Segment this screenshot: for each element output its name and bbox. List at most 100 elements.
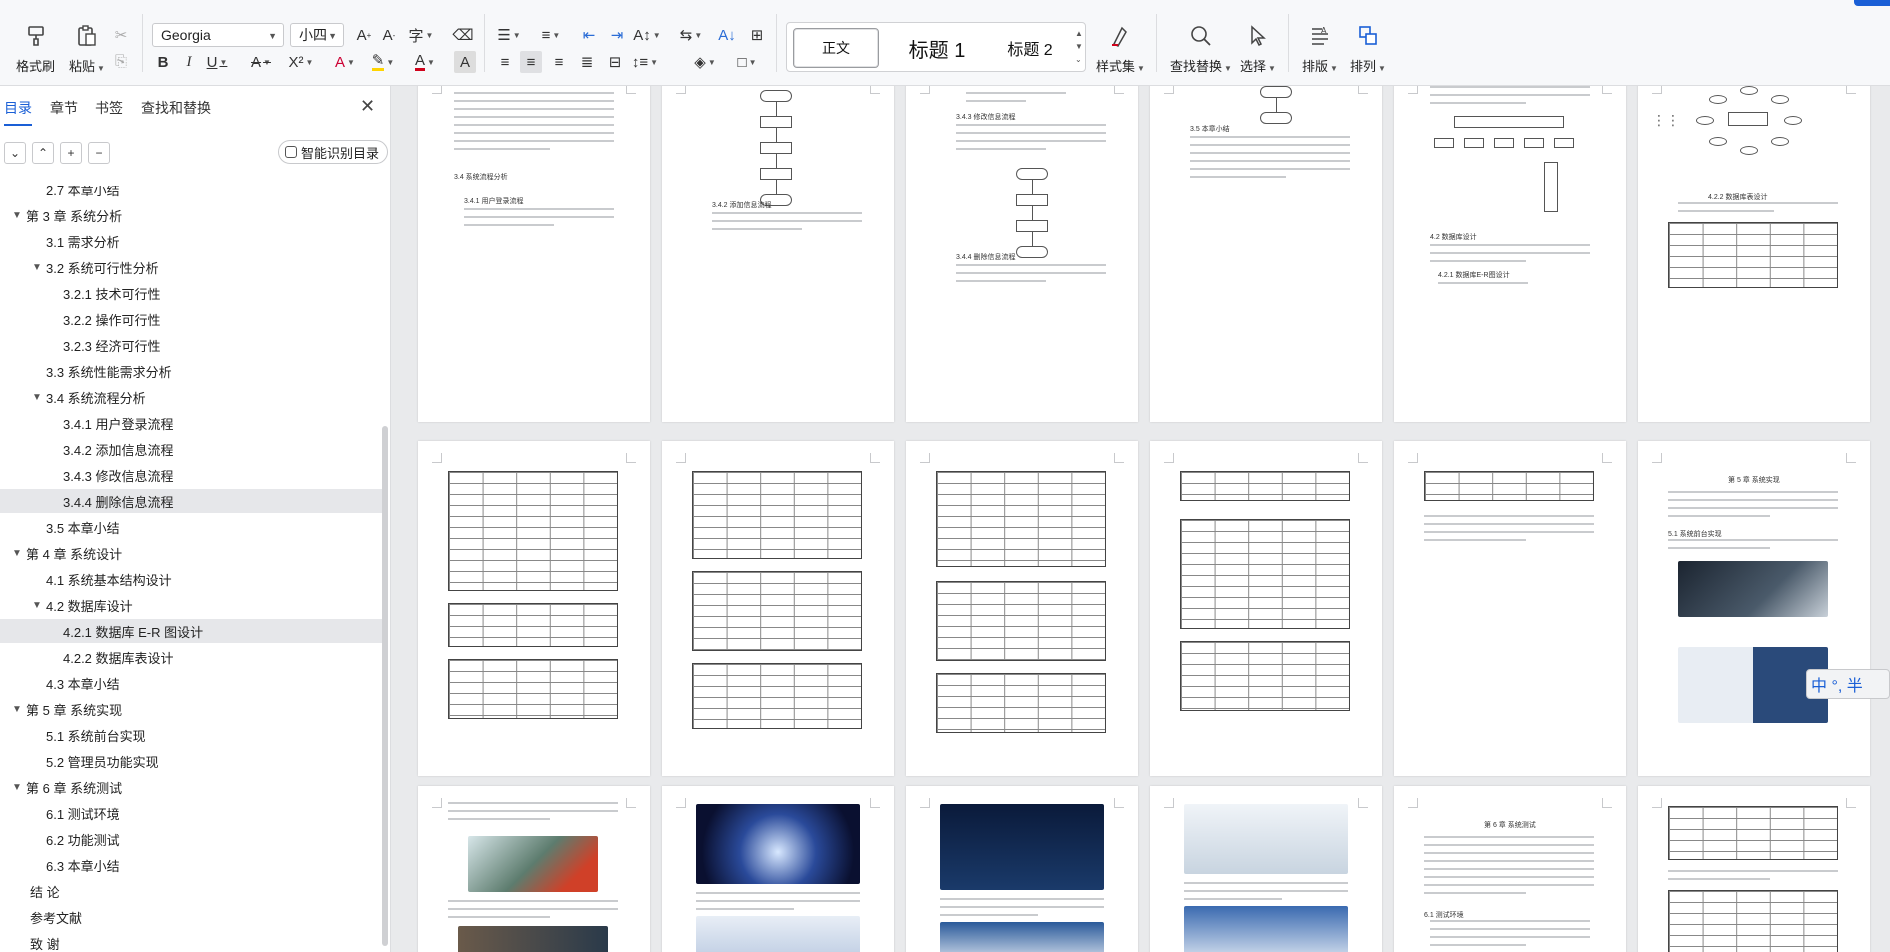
distribute-icon[interactable]: ⊟ bbox=[604, 51, 626, 73]
toc-expand-icon[interactable]: ▼ bbox=[32, 262, 42, 273]
nav-scrollbar[interactable] bbox=[382, 186, 388, 952]
expand-all-button[interactable]: ⌄ bbox=[4, 142, 26, 164]
styles-scroll[interactable]: ▲ ▼ ⌄ bbox=[1075, 27, 1083, 66]
toc-expand-icon[interactable]: ▼ bbox=[12, 548, 22, 559]
toc-item[interactable]: 4.2.1 数据库 E-R 图设计 bbox=[0, 619, 382, 643]
nav-scroll-thumb[interactable] bbox=[382, 426, 388, 946]
italic-icon[interactable]: I bbox=[178, 51, 200, 73]
toc-item[interactable]: 致 谢 bbox=[0, 931, 382, 952]
font-shrink-icon[interactable]: A- bbox=[378, 24, 400, 46]
tab-find-replace[interactable]: 查找和替换 bbox=[141, 98, 211, 118]
text-direction-icon[interactable]: A↕ ▼ bbox=[633, 24, 660, 46]
align-left-icon[interactable]: ≡ bbox=[494, 51, 516, 73]
toc-expand-icon[interactable]: ▼ bbox=[12, 210, 22, 221]
toc-expand-icon[interactable]: ▼ bbox=[12, 782, 22, 793]
toc-item[interactable]: 3.2.3 经济可行性 bbox=[0, 333, 382, 357]
toc-item[interactable]: 3.4.3 修改信息流程 bbox=[0, 463, 382, 487]
toc-expand-icon[interactable]: ▼ bbox=[12, 704, 22, 715]
document-page[interactable] bbox=[1150, 441, 1382, 776]
font-color-icon[interactable]: A ▼ bbox=[414, 51, 436, 73]
toc-item[interactable]: 5.2 管理员功能实现 bbox=[0, 749, 382, 773]
smart-toc-button[interactable]: 智能识别目录 bbox=[278, 140, 389, 164]
style-heading2-button[interactable]: 标题 2 bbox=[987, 28, 1073, 68]
increase-indent-icon[interactable]: ⇥ bbox=[606, 24, 628, 46]
document-page[interactable]: 3.4.2 添加信息流程 bbox=[662, 86, 894, 422]
copy-icon[interactable]: ⎘ bbox=[110, 50, 132, 72]
border-icon[interactable]: □ ▼ bbox=[736, 51, 758, 73]
line-break-icon[interactable]: ⇆ ▼ bbox=[680, 24, 703, 46]
clear-format-icon[interactable]: ⌫ bbox=[452, 24, 474, 46]
strikethrough-icon[interactable]: A ▼ bbox=[250, 51, 272, 73]
char-shading-icon[interactable]: A bbox=[454, 51, 476, 73]
toc-item[interactable]: 6.2 功能测试 bbox=[0, 827, 382, 851]
align-right-icon[interactable]: ≡ bbox=[548, 51, 570, 73]
cut-icon[interactable]: ✂ bbox=[110, 24, 132, 46]
add-heading-button[interactable]: + bbox=[60, 142, 82, 164]
remove-heading-button[interactable]: − bbox=[88, 142, 110, 164]
toc-item[interactable]: ▼ 第 3 章 系统分析 bbox=[0, 203, 382, 227]
document-page[interactable]: 第 5 章 系统实现 5.1 系统前台实现 bbox=[1638, 441, 1870, 776]
style-set-button[interactable]: 样式集 ▼ bbox=[1096, 22, 1145, 75]
document-canvas[interactable]: 3.4 系统流程分析 3.4.1 用户登录流程 3.4.2 添加信息流程 3.4.3 … bbox=[392, 86, 1890, 952]
font-size-select[interactable]: 小四 ▼ bbox=[290, 23, 344, 47]
toc-item[interactable]: 参考文献 bbox=[0, 905, 382, 929]
toc-item[interactable]: 3.3 系统性能需求分析 bbox=[0, 359, 382, 383]
shading-icon[interactable]: ◈ ▼ bbox=[694, 51, 716, 73]
toc-item[interactable]: ▼ 3.2 系统可行性分析 bbox=[0, 255, 382, 279]
toc-item[interactable]: 3.1 需求分析 bbox=[0, 229, 382, 253]
ime-status[interactable]: 中 °, 半 bbox=[1806, 669, 1890, 699]
collapse-all-button[interactable]: ⌃ bbox=[32, 142, 54, 164]
close-icon[interactable]: ✕ bbox=[360, 96, 375, 117]
toc-item[interactable]: 3.5 本章小结 bbox=[0, 515, 382, 539]
toc-item[interactable]: 4.1 系统基本结构设计 bbox=[0, 567, 382, 591]
toc-item[interactable]: 3.2.1 技术可行性 bbox=[0, 281, 382, 305]
paste-button[interactable]: 粘贴 ▼ bbox=[69, 22, 105, 75]
select-button[interactable]: 选择 ▼ bbox=[1240, 22, 1276, 75]
line-spacing-icon[interactable]: ↕≡ ▼ bbox=[632, 51, 658, 73]
tab-toc[interactable]: 目录 bbox=[4, 98, 32, 118]
sort-icon[interactable]: A↓ bbox=[716, 24, 738, 46]
font-name-select[interactable]: Georgia ▼ bbox=[152, 23, 284, 47]
document-page[interactable] bbox=[418, 786, 650, 952]
toc-item[interactable]: 5.1 系统前台实现 bbox=[0, 723, 382, 747]
toc-item[interactable]: ▼ 3.4 系统流程分析 bbox=[0, 385, 382, 409]
document-page[interactable] bbox=[1394, 441, 1626, 776]
justify-icon[interactable]: ≣ bbox=[576, 51, 598, 73]
document-page[interactable] bbox=[662, 786, 894, 952]
toc-item[interactable]: 3.4.1 用户登录流程 bbox=[0, 411, 382, 435]
document-page[interactable]: 第 6 章 系统测试6.1 测试环境6.2 功能测试 bbox=[1394, 786, 1626, 952]
document-page[interactable] bbox=[1638, 786, 1870, 952]
document-page[interactable] bbox=[906, 786, 1138, 952]
document-page[interactable]: 3.4.3 修改信息流程 3.4.4 删除信息流程 bbox=[906, 86, 1138, 422]
document-page[interactable]: 3.4 系统流程分析 3.4.1 用户登录流程 bbox=[418, 86, 650, 422]
toc-expand-icon[interactable]: ▼ bbox=[32, 600, 42, 611]
underline-icon[interactable]: U ▼ bbox=[206, 51, 228, 73]
numbered-list-icon[interactable]: ≡ ▼ bbox=[540, 24, 562, 46]
document-page[interactable] bbox=[418, 441, 650, 776]
toc-item[interactable]: ▼ 4.2 数据库设计 bbox=[0, 593, 382, 617]
document-page[interactable]: 4.2.2 数据库表设计 bbox=[1638, 86, 1870, 422]
bold-icon[interactable]: B bbox=[152, 51, 174, 73]
font-grow-icon[interactable]: A + bbox=[353, 24, 375, 46]
arrange-button[interactable]: 排列 ▼ bbox=[1350, 22, 1386, 75]
highlight-icon[interactable]: ✎ ▼ bbox=[371, 51, 394, 73]
text-effect-icon[interactable]: A ▼ bbox=[334, 51, 356, 73]
toc-item[interactable]: 3.4.2 添加信息流程 bbox=[0, 437, 382, 461]
toc-item[interactable]: 3.4.4 删除信息流程 bbox=[0, 489, 382, 513]
document-page[interactable] bbox=[662, 441, 894, 776]
phonetic-guide-icon[interactable]: 字 ▼ bbox=[409, 24, 434, 46]
document-page[interactable] bbox=[1150, 786, 1382, 952]
drag-handle-icon[interactable]: ⋮⋮ bbox=[1652, 112, 1680, 129]
toc-item[interactable]: ▼ 第 5 章 系统实现 bbox=[0, 697, 382, 721]
toc-item[interactable]: 3.2.2 操作可行性 bbox=[0, 307, 382, 331]
style-heading1-button[interactable]: 标题 1 bbox=[887, 28, 987, 68]
format-painter-button[interactable]: 格式刷 bbox=[16, 22, 55, 75]
decrease-indent-icon[interactable]: ⇤ bbox=[578, 24, 600, 46]
toc-expand-icon[interactable]: ▼ bbox=[32, 392, 42, 403]
tab-chapters[interactable]: 章节 bbox=[50, 98, 78, 118]
tab-bookmarks[interactable]: 书签 bbox=[95, 98, 123, 118]
toc-item[interactable]: ▼ 第 6 章 系统测试 bbox=[0, 775, 382, 799]
align-center-icon[interactable]: ≡ bbox=[520, 51, 542, 73]
toc-item[interactable]: 4.3 本章小结 bbox=[0, 671, 382, 695]
document-page[interactable]: 4.2 数据库设计 4.2.1 数据库E-R图设计 bbox=[1394, 86, 1626, 422]
